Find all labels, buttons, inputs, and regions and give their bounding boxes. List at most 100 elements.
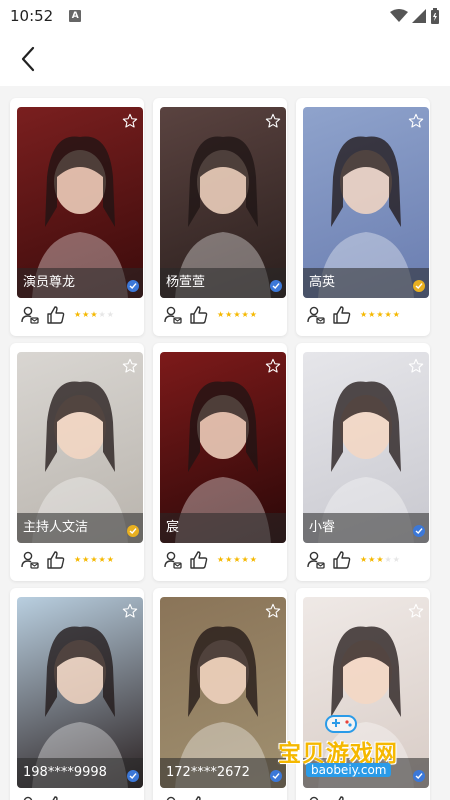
user-photo[interactable]: 198****9998 [17, 597, 143, 788]
user-message-icon[interactable] [163, 550, 183, 570]
star-empty-icon: ★ [392, 555, 400, 564]
star-filled-icon: ★ [82, 310, 90, 319]
thumbs-up-icon[interactable] [189, 795, 209, 800]
user-message-icon[interactable] [306, 550, 326, 570]
user-card[interactable]: 172****2672 ★★★★★ [153, 588, 287, 800]
verified-badge-icon [127, 280, 139, 292]
favorite-star-icon[interactable] [265, 603, 281, 619]
star-filled-icon: ★ [360, 555, 368, 564]
user-message-icon[interactable] [306, 305, 326, 325]
rating-stars: ★ ★ ★ ★ ★ [217, 311, 257, 319]
watermark: 宝贝游戏网 baobeiy.com [278, 712, 428, 782]
card-actions: ★★★★★ [306, 794, 400, 800]
star-filled-icon: ★ [233, 555, 241, 564]
user-photo[interactable]: 杨萱萱 [160, 107, 286, 298]
favorite-star-icon[interactable] [122, 603, 138, 619]
star-filled-icon: ★ [233, 310, 241, 319]
thumbs-up-icon[interactable] [332, 305, 352, 325]
watermark-url: baobeiy.com [306, 763, 392, 777]
user-card[interactable]: 宸 ★ ★ ★ ★ ★ [153, 343, 287, 581]
card-actions: ★★★★★ [163, 794, 257, 800]
user-message-icon[interactable] [306, 795, 326, 800]
verified-badge-icon [270, 280, 282, 292]
star-filled-icon: ★ [225, 555, 233, 564]
user-name: 172****2672 [166, 765, 250, 780]
user-card[interactable]: 演员尊龙 ★ ★ ★ ★ ★ [10, 98, 144, 336]
star-filled-icon: ★ [376, 555, 384, 564]
user-message-icon[interactable] [20, 305, 40, 325]
user-message-icon[interactable] [20, 795, 40, 800]
user-name: 高英 [309, 275, 336, 290]
signal-icon [412, 9, 426, 23]
star-filled-icon: ★ [241, 310, 249, 319]
star-empty-icon: ★ [384, 555, 392, 564]
star-filled-icon: ★ [74, 555, 82, 564]
user-card[interactable]: 杨萱萱 ★ ★ ★ ★ ★ [153, 98, 287, 336]
favorite-star-icon[interactable] [265, 358, 281, 374]
user-name: 主持人文洁 [23, 520, 89, 535]
star-filled-icon: ★ [241, 555, 249, 564]
star-empty-icon: ★ [98, 310, 106, 319]
favorite-star-icon[interactable] [408, 603, 424, 619]
battery-icon [431, 8, 439, 24]
thumbs-up-icon[interactable] [189, 550, 209, 570]
status-time: 10:52 [10, 7, 54, 25]
card-actions: ★★★★★ [306, 304, 400, 326]
card-actions: ★★★★★ [20, 549, 114, 571]
rating-stars: ★ ★ ★ ★ ★ [217, 556, 257, 564]
thumbs-up-icon[interactable] [46, 795, 66, 800]
user-message-icon[interactable] [20, 550, 40, 570]
favorite-star-icon[interactable] [122, 358, 138, 374]
app-header [0, 32, 450, 86]
gamepad-icon [325, 715, 357, 733]
user-message-icon[interactable] [163, 795, 183, 800]
star-filled-icon: ★ [384, 310, 392, 319]
star-filled-icon: ★ [376, 310, 384, 319]
user-photo[interactable]: 主持人文洁 [17, 352, 143, 543]
thumbs-up-icon[interactable] [189, 305, 209, 325]
thumbs-up-icon[interactable] [46, 550, 66, 570]
thumbs-up-icon[interactable] [332, 795, 352, 800]
star-filled-icon: ★ [225, 310, 233, 319]
star-filled-icon: ★ [368, 555, 376, 564]
user-name: 演员尊龙 [23, 275, 76, 290]
card-actions: ★★★★★ [20, 794, 114, 800]
user-photo[interactable]: 172****2672 [160, 597, 286, 788]
back-button[interactable] [14, 44, 42, 74]
star-filled-icon: ★ [249, 310, 257, 319]
star-filled-icon: ★ [90, 310, 98, 319]
thumbs-up-icon[interactable] [332, 550, 352, 570]
card-actions: ★★★★★ [20, 304, 114, 326]
user-name: 小睿 [309, 520, 336, 535]
star-filled-icon: ★ [392, 310, 400, 319]
favorite-star-icon[interactable] [408, 358, 424, 374]
rating-stars: ★ ★ ★ ★ ★ [360, 556, 400, 564]
user-message-icon[interactable] [163, 305, 183, 325]
chevron-left-icon [21, 46, 35, 72]
card-actions: ★★★★★ [163, 304, 257, 326]
user-photo[interactable]: 高英 [303, 107, 429, 298]
notification-a-icon: A [69, 10, 82, 22]
verified-badge-icon [413, 280, 425, 292]
card-actions: ★★★★★ [306, 549, 400, 571]
favorite-star-icon[interactable] [122, 113, 138, 129]
user-card[interactable]: 主持人文洁 ★ ★ ★ ★ ★ [10, 343, 144, 581]
user-photo[interactable]: 演员尊龙 [17, 107, 143, 298]
status-icons [390, 8, 440, 24]
user-card[interactable]: 198****9998 ★★★★★ [10, 588, 144, 800]
user-photo[interactable]: 小睿 [303, 352, 429, 543]
wifi-icon [390, 9, 408, 22]
user-card[interactable]: 高英 ★ ★ ★ ★ ★ [296, 98, 430, 336]
user-card[interactable]: 小睿 ★ ★ ★ ★ ★ [296, 343, 430, 581]
card-actions: ★★★★★ [163, 549, 257, 571]
user-photo[interactable]: 宸 [160, 352, 286, 543]
star-empty-icon: ★ [106, 310, 114, 319]
favorite-star-icon[interactable] [408, 113, 424, 129]
thumbs-up-icon[interactable] [46, 305, 66, 325]
verified-badge-icon [127, 525, 139, 537]
rating-stars: ★ ★ ★ ★ ★ [74, 556, 114, 564]
favorite-star-icon[interactable] [265, 113, 281, 129]
star-filled-icon: ★ [98, 555, 106, 564]
verified-badge-icon [127, 770, 139, 782]
star-filled-icon: ★ [217, 555, 225, 564]
